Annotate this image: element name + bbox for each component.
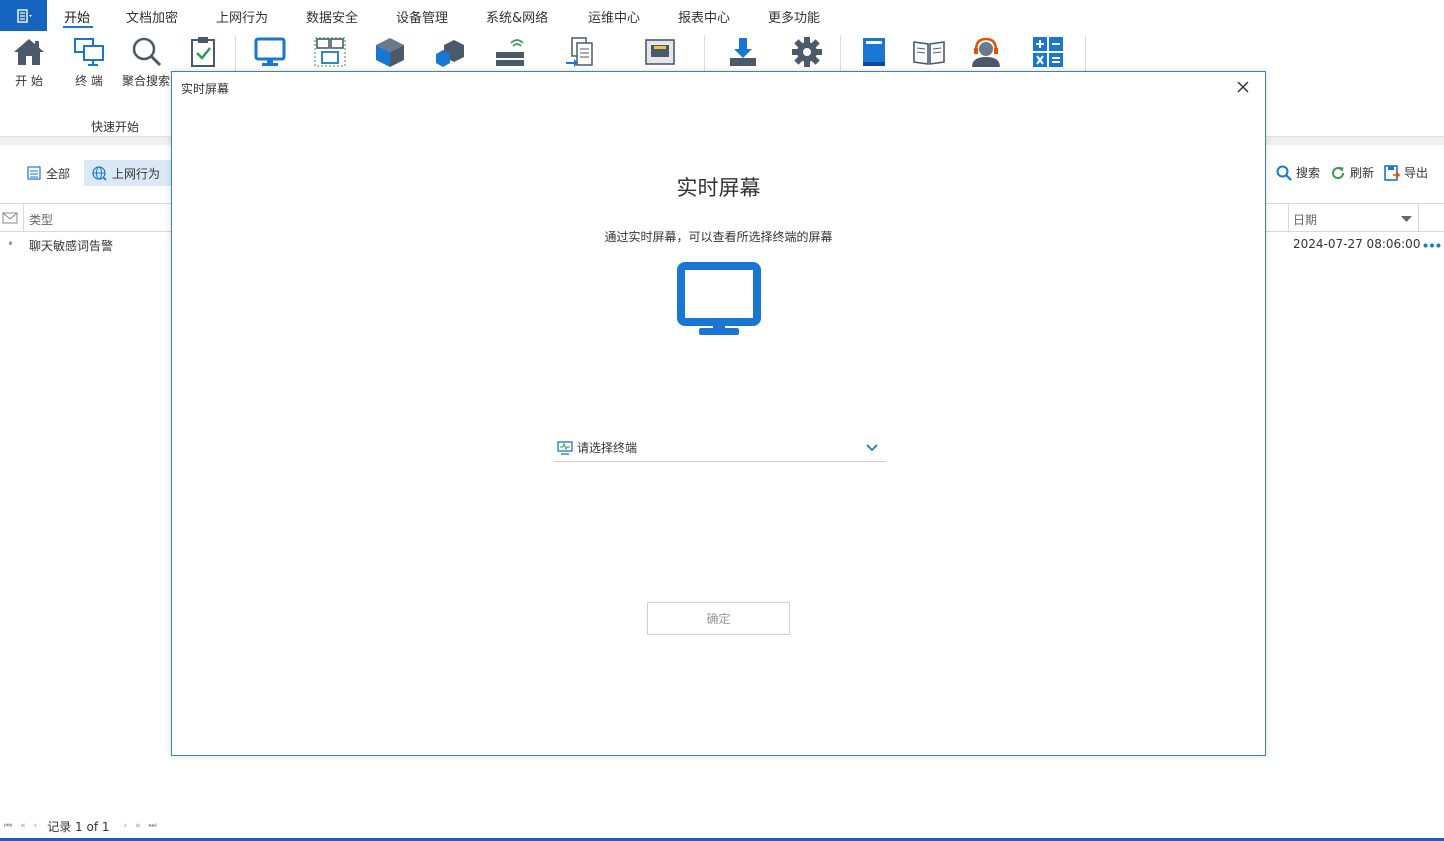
- menu-tab-doc-encryption[interactable]: 文档加密: [126, 7, 178, 26]
- calculator-icon: [1033, 37, 1063, 67]
- tool-label-terminals: 终 端: [75, 74, 103, 88]
- row-bullet: •: [7, 237, 15, 251]
- tool-realtime-screen[interactable]: [246, 36, 294, 72]
- menu-tab-device-management[interactable]: 设备管理: [396, 7, 448, 26]
- close-icon[interactable]: [1235, 79, 1251, 95]
- tool-download[interactable]: [719, 36, 767, 72]
- more-options-icon[interactable]: [1423, 243, 1441, 248]
- column-header-date[interactable]: 日期: [1293, 211, 1317, 228]
- tool-calculator[interactable]: [1024, 36, 1072, 72]
- dialog-description: 通过实时屏幕，可以查看所选择终端的屏幕: [604, 230, 833, 244]
- row-date: 2024-07-27 08:06:00: [1293, 237, 1421, 251]
- tool-wireless-device[interactable]: [486, 36, 534, 72]
- dialog-title: 实时屏幕: [181, 82, 230, 96]
- tool-cubes[interactable]: [426, 36, 474, 72]
- tool-guide[interactable]: [905, 36, 953, 72]
- filter-web-behavior[interactable]: 上网行为: [84, 160, 177, 186]
- filter-web-label: 上网行为: [112, 166, 161, 181]
- menu-tab-start[interactable]: 开始: [64, 7, 90, 26]
- tool-network-port[interactable]: [636, 36, 684, 72]
- column-separator: [1418, 204, 1419, 232]
- row-type: 聊天敏感词告警: [29, 239, 114, 253]
- menu-tab-web-behavior[interactable]: 上网行为: [216, 7, 268, 26]
- column-header-type[interactable]: 类型: [29, 211, 53, 228]
- envelope-icon: [2, 212, 18, 224]
- tool-network-monitor[interactable]: [306, 36, 354, 72]
- cubes-icon: [436, 40, 464, 67]
- next-page-icon[interactable]: ›: [124, 821, 128, 831]
- terminal-icon: [557, 440, 573, 455]
- app-menu-button[interactable]: [0, 0, 47, 31]
- menu-tab-system-network[interactable]: 系统&网络: [486, 7, 548, 26]
- network-monitor-icon: [314, 37, 346, 67]
- tool-settings[interactable]: [783, 36, 831, 72]
- tool-label-aggregate-search: 聚合搜索: [122, 74, 171, 88]
- network-port-icon: [645, 39, 675, 65]
- dialog-heading: 实时屏幕: [676, 176, 761, 200]
- tool-aggregate-search[interactable]: 聚合搜索: [122, 36, 170, 89]
- refresh-icon: [1332, 166, 1345, 179]
- document-transfer-icon: [566, 37, 593, 67]
- tool-support[interactable]: [962, 36, 1010, 72]
- column-separator: [1288, 204, 1289, 232]
- search-icon: [132, 37, 162, 67]
- active-tab-indicator: [63, 26, 93, 28]
- ribbon-group-label: 快速开始: [91, 120, 140, 134]
- menu-tab-data-security[interactable]: 数据安全: [306, 7, 358, 26]
- tool-document-transfer[interactable]: [556, 36, 604, 72]
- terminals-icon: [74, 38, 104, 66]
- book-icon: [863, 38, 885, 66]
- app-window: 开始 文档加密 上网行为 数据安全 设备管理 系统&网络 运维中心 报表中心 更…: [0, 0, 1444, 841]
- refresh-button-label: 刷新: [1350, 166, 1375, 180]
- cube-icon: [376, 38, 404, 67]
- menu-tab-more-features[interactable]: 更多功能: [768, 7, 820, 26]
- last-page-icon[interactable]: ⏭: [149, 821, 157, 831]
- menu-tab-ops-center[interactable]: 运维中心: [588, 7, 640, 26]
- tool-start[interactable]: 开 始: [5, 36, 53, 89]
- open-book-icon: [913, 41, 945, 65]
- monitor-icon: [677, 262, 761, 335]
- support-agent-icon: [972, 37, 1000, 67]
- realtime-screen-dialog: 实时屏幕 实时屏幕 通过实时屏幕，可以查看所选择终端的屏幕 请选择终端 确定: [171, 71, 1266, 756]
- prev-group-icon[interactable]: «: [20, 821, 26, 831]
- tool-cube[interactable]: [366, 36, 414, 72]
- filter-all[interactable]: 全部: [19, 160, 78, 186]
- pager-record-count: 记录 1 of 1: [47, 819, 110, 834]
- column-separator: [23, 204, 24, 232]
- sort-down-icon[interactable]: [1401, 216, 1412, 223]
- next-group-icon[interactable]: »: [135, 821, 141, 831]
- export-icon: [1384, 164, 1400, 181]
- monitor-icon: [254, 37, 286, 66]
- export-button[interactable]: 导出: [1384, 164, 1428, 181]
- filter-all-label: 全部: [46, 166, 71, 181]
- terminal-select[interactable]: 请选择终端: [554, 434, 886, 462]
- list-icon: [27, 166, 41, 180]
- download-tray-icon: [730, 38, 756, 66]
- confirm-button[interactable]: 确定: [647, 602, 790, 635]
- tool-manual[interactable]: [850, 36, 898, 72]
- globe-search-icon: [92, 165, 107, 181]
- chevron-down-icon: [866, 443, 878, 451]
- clipboard-check-icon: [191, 37, 215, 67]
- menu-tab-report-center[interactable]: 报表中心: [678, 7, 730, 26]
- search-icon: [1276, 165, 1292, 181]
- home-icon: [14, 39, 44, 65]
- wireless-device-icon: [496, 39, 524, 66]
- refresh-button[interactable]: 刷新: [1330, 164, 1374, 181]
- gear-icon: [792, 37, 822, 67]
- tool-label-start: 开 始: [15, 74, 43, 88]
- menu-bar: 开始 文档加密 上网行为 数据安全 设备管理 系统&网络 运维中心 报表中心 更…: [0, 0, 1444, 31]
- pager: ⏮ « ‹ 记录 1 of 1 › » ⏭: [0, 816, 161, 836]
- terminal-select-placeholder: 请选择终端: [577, 441, 638, 455]
- first-page-icon[interactable]: ⏮: [4, 821, 12, 831]
- export-button-label: 导出: [1404, 166, 1429, 180]
- app-menu-icon: [16, 8, 32, 23]
- tool-terminals[interactable]: 终 端: [65, 36, 113, 89]
- prev-page-icon[interactable]: ‹: [34, 821, 38, 831]
- tool-checklist[interactable]: [179, 36, 227, 72]
- search-button-label: 搜索: [1296, 166, 1321, 180]
- search-button[interactable]: 搜索: [1276, 164, 1320, 181]
